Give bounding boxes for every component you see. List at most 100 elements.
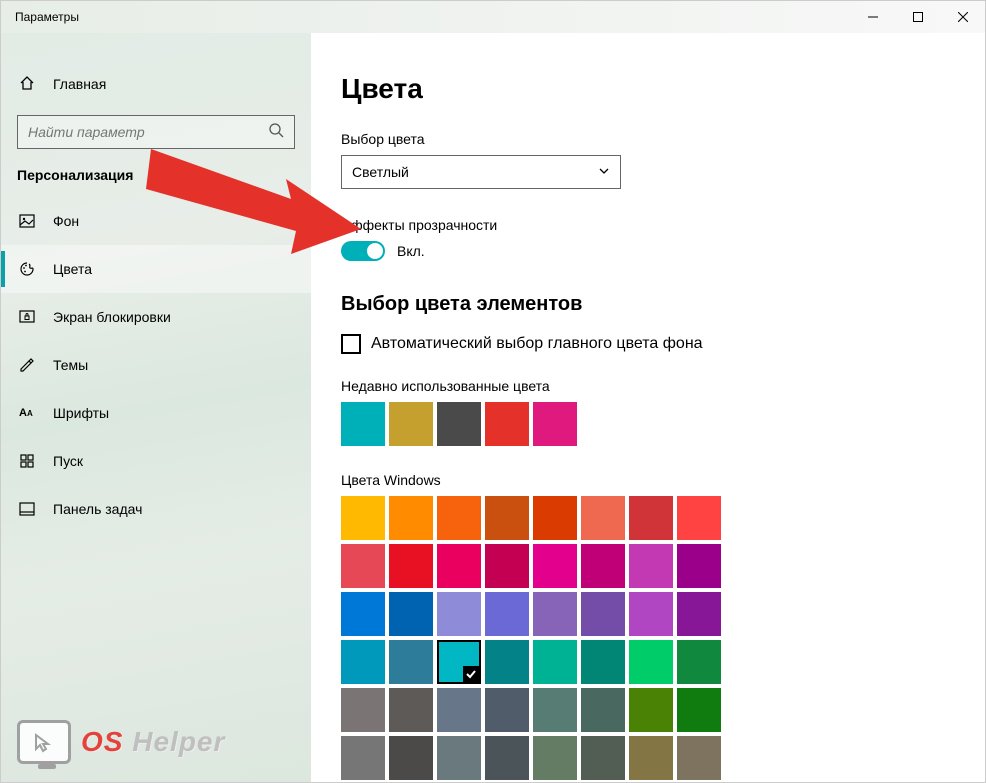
color-swatch[interactable] (533, 496, 577, 540)
color-swatch[interactable] (533, 544, 577, 588)
recent-color-swatch[interactable] (437, 402, 481, 446)
color-swatch[interactable] (629, 640, 673, 684)
color-swatch[interactable] (485, 544, 529, 588)
palette-icon (19, 261, 35, 277)
sidebar-section-label: Персонализация (1, 167, 311, 197)
color-swatch[interactable] (389, 496, 433, 540)
recent-color-swatch[interactable] (389, 402, 433, 446)
color-swatch[interactable] (581, 736, 625, 780)
color-swatch[interactable] (485, 688, 529, 732)
start-icon (19, 453, 35, 469)
fonts-icon: AA (19, 407, 35, 419)
color-swatch[interactable] (341, 496, 385, 540)
color-swatch[interactable] (677, 544, 721, 588)
sidebar-item-lockscreen[interactable]: Экран блокировки (1, 293, 311, 341)
color-swatch[interactable] (677, 640, 721, 684)
color-swatch[interactable] (341, 688, 385, 732)
color-swatch[interactable] (389, 688, 433, 732)
color-swatch[interactable] (581, 544, 625, 588)
content-area: Цвета Выбор цвета Светлый Эффекты прозра… (311, 33, 985, 782)
recent-color-swatch[interactable] (485, 402, 529, 446)
close-button[interactable] (940, 2, 985, 32)
color-swatch[interactable] (677, 688, 721, 732)
recent-color-swatch[interactable] (533, 402, 577, 446)
color-swatch[interactable] (437, 496, 481, 540)
sidebar-item-label: Экран блокировки (53, 309, 171, 325)
toggle-state-label: Вкл. (397, 243, 425, 259)
color-swatch[interactable] (581, 640, 625, 684)
lockscreen-icon (19, 309, 35, 325)
color-swatch[interactable] (389, 736, 433, 780)
auto-color-checkbox[interactable] (341, 334, 361, 354)
recent-colors-label: Недавно использованные цвета (341, 378, 955, 394)
color-swatch[interactable] (629, 736, 673, 780)
color-swatch[interactable] (341, 592, 385, 636)
sidebar-item-taskbar[interactable]: Панель задач (1, 485, 311, 533)
color-swatch[interactable] (341, 640, 385, 684)
color-swatch[interactable] (533, 640, 577, 684)
color-swatch[interactable] (677, 592, 721, 636)
home-label: Главная (53, 76, 106, 92)
color-swatch[interactable] (581, 496, 625, 540)
color-swatch[interactable] (581, 592, 625, 636)
color-swatch[interactable] (437, 592, 481, 636)
sidebar-item-start[interactable]: Пуск (1, 437, 311, 485)
color-swatch[interactable] (629, 544, 673, 588)
color-swatch[interactable] (389, 592, 433, 636)
sidebar-item-background[interactable]: Фон (1, 197, 311, 245)
color-swatch[interactable] (485, 736, 529, 780)
transparency-toggle[interactable] (341, 241, 385, 261)
color-swatch[interactable] (437, 688, 481, 732)
search-field[interactable] (28, 124, 246, 140)
sidebar-item-label: Панель задач (53, 501, 142, 517)
search-input[interactable] (17, 115, 295, 149)
color-swatch[interactable] (533, 688, 577, 732)
color-swatch[interactable] (389, 640, 433, 684)
color-swatch[interactable] (341, 544, 385, 588)
auto-color-label: Автоматический выбор главного цвета фона (371, 335, 703, 353)
color-swatch[interactable] (581, 688, 625, 732)
sidebar-item-fonts[interactable]: AA Шрифты (1, 389, 311, 437)
colormode-value: Светлый (352, 164, 409, 180)
sidebar-item-label: Шрифты (53, 405, 109, 421)
sidebar-item-label: Цвета (53, 261, 92, 277)
sidebar-item-themes[interactable]: Темы (1, 341, 311, 389)
color-swatch[interactable] (485, 592, 529, 636)
windows-colors-label: Цвета Windows (341, 472, 955, 488)
page-title: Цвета (341, 73, 955, 105)
color-swatch[interactable] (677, 736, 721, 780)
color-swatch[interactable] (533, 736, 577, 780)
color-swatch[interactable] (629, 496, 673, 540)
minimize-button[interactable] (850, 2, 895, 32)
color-swatch[interactable] (485, 496, 529, 540)
colormode-label: Выбор цвета (341, 131, 955, 147)
search-icon (268, 122, 284, 143)
sidebar: Главная Персонализация Фон Цвета Экран б… (1, 33, 311, 782)
sidebar-item-label: Пуск (53, 453, 83, 469)
picture-icon (19, 213, 35, 229)
color-swatch[interactable] (341, 736, 385, 780)
accent-heading: Выбор цвета элементов (341, 293, 955, 316)
home-button[interactable]: Главная (1, 63, 311, 105)
home-icon (19, 75, 35, 94)
color-swatch[interactable] (533, 592, 577, 636)
recent-color-swatch[interactable] (341, 402, 385, 446)
chevron-down-icon (598, 164, 610, 180)
window-title: Параметры (15, 10, 79, 24)
sidebar-item-label: Темы (53, 357, 88, 373)
color-swatch[interactable] (437, 544, 481, 588)
taskbar-icon (19, 501, 35, 517)
color-swatch[interactable] (485, 640, 529, 684)
maximize-button[interactable] (895, 2, 940, 32)
sidebar-item-colors[interactable]: Цвета (1, 245, 311, 293)
color-swatch[interactable] (629, 592, 673, 636)
windows-colors-grid (341, 496, 955, 780)
titlebar: Параметры (1, 1, 985, 33)
colormode-dropdown[interactable]: Светлый (341, 155, 621, 189)
transparency-label: Эффекты прозрачности (341, 217, 955, 233)
color-swatch[interactable] (677, 496, 721, 540)
color-swatch[interactable] (629, 688, 673, 732)
color-swatch[interactable] (389, 544, 433, 588)
color-swatch[interactable] (437, 640, 481, 684)
color-swatch[interactable] (437, 736, 481, 780)
